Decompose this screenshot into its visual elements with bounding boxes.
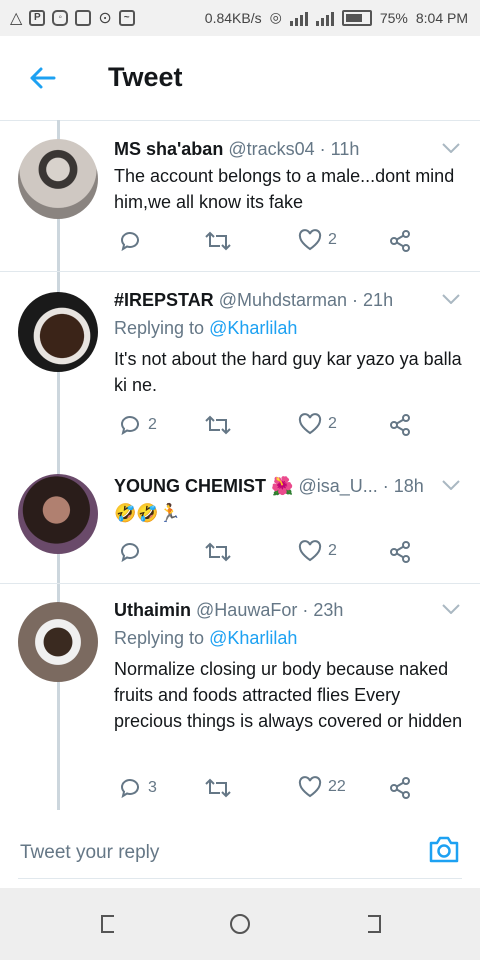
reply-count: 2 [148, 416, 157, 433]
share-button[interactable] [388, 413, 412, 437]
reply-button[interactable]: 2 [118, 413, 157, 437]
reply-button[interactable] [118, 540, 148, 564]
display-name[interactable]: YOUNG CHEMIST [114, 476, 266, 496]
chevron-down-icon[interactable] [442, 480, 460, 490]
replying-to: Replying to @Kharlilah [114, 318, 297, 339]
mention-link[interactable]: @Kharlilah [209, 318, 297, 338]
share-icon [390, 541, 410, 563]
warning-icon: △ [10, 10, 23, 27]
avatar[interactable] [18, 474, 98, 554]
display-name[interactable]: #IREPSTAR [114, 290, 214, 310]
tweet-time: · 11h [319, 139, 360, 159]
p-app-icon: P [29, 10, 46, 26]
clock: 8:04 PM [415, 9, 468, 26]
heart-icon [298, 776, 322, 798]
retweet-icon [205, 415, 231, 435]
like-count: 2 [328, 231, 337, 248]
battery-icon [341, 9, 372, 26]
reply-composer [0, 812, 480, 888]
like-button[interactable]: 2 [298, 413, 337, 435]
retweet-button[interactable] [204, 229, 232, 253]
retweet-button[interactable] [204, 413, 232, 437]
signal-icon-2 [315, 10, 334, 26]
user-handle[interactable]: @Muhdstarman [219, 290, 347, 310]
reply-icon [120, 232, 139, 252]
tweet-item[interactable]: Uthaimin @HauwaFor · 23h Replying to @Kh… [0, 584, 480, 810]
camera-icon[interactable] [428, 834, 460, 864]
heart-icon [298, 540, 322, 562]
status-bar: △ P ◦ ⊙ ~ 0.84KB/s ◎ 75% 8:04 PM [0, 0, 480, 36]
like-button[interactable]: 2 [298, 540, 337, 562]
tweet-text: Normalize closing ur body because naked … [114, 659, 463, 731]
tweet-item[interactable]: #IREPSTAR @Muhdstarman · 21h Replying to… [0, 272, 480, 462]
chevron-down-icon[interactable] [442, 604, 460, 614]
notification-icons: △ P ◦ ⊙ ~ [10, 8, 135, 28]
tweet-text: 🤣🤣🏃 [114, 503, 182, 523]
heart-icon [298, 229, 322, 251]
avatar[interactable] [18, 602, 98, 682]
retweet-button[interactable] [204, 540, 232, 564]
name-emoji: 🌺 [271, 476, 294, 496]
gallery-icon [75, 10, 92, 26]
share-button[interactable] [388, 540, 412, 564]
heart-icon [298, 413, 322, 435]
mention-link[interactable]: @Kharlilah [209, 628, 297, 648]
like-count: 2 [328, 415, 337, 432]
avatar[interactable] [18, 292, 98, 372]
reply-icon [120, 779, 139, 799]
retweet-icon [205, 231, 231, 251]
user-handle[interactable]: @tracks04 [228, 139, 314, 159]
tweet-text: It's not about the hard guy kar yazo ya … [114, 349, 462, 395]
share-icon [390, 230, 410, 252]
system-nav-bar [0, 888, 480, 960]
battery-percent: 75% [379, 9, 408, 26]
tweet-time: · 23h [302, 600, 344, 620]
instagram-icon: ◦ [52, 10, 69, 26]
retweet-button[interactable] [204, 776, 232, 800]
app-header: Tweet [0, 36, 480, 121]
share-icon [390, 777, 410, 799]
hotspot-icon: ◎ [269, 9, 282, 25]
avatar[interactable] [18, 139, 98, 219]
share-button[interactable] [388, 776, 412, 800]
reply-count: 3 [148, 779, 157, 796]
tweet-text: The account belongs to a male...dont min… [114, 166, 455, 212]
reply-icon [120, 543, 139, 563]
reply-button[interactable] [118, 229, 148, 253]
like-button[interactable]: 22 [298, 776, 346, 798]
signal-icon-1 [289, 10, 308, 26]
tweet-time: · 18h [382, 476, 424, 496]
reply-button[interactable]: 3 [118, 776, 157, 800]
back-arrow-icon[interactable] [26, 62, 58, 94]
back-icon[interactable] [362, 912, 386, 936]
replying-to: Replying to @Kharlilah [114, 628, 297, 649]
tweet-item[interactable]: MS sha'aban @tracks04 · 11h The account … [0, 121, 480, 272]
like-button[interactable]: 2 [298, 229, 337, 251]
display-name[interactable]: Uthaimin [114, 600, 191, 620]
reply-icon [120, 416, 139, 436]
share-icon [390, 414, 410, 436]
page-title: Tweet [108, 62, 183, 92]
replying-label: Replying to [114, 628, 205, 648]
tweet-time: · 21h [352, 290, 394, 310]
user-handle[interactable]: @isa_U... [298, 476, 377, 496]
retweet-icon [205, 542, 231, 562]
tweet-item[interactable]: YOUNG CHEMIST 🌺 @isa_U... · 18h 🤣🤣🏃 2 [0, 462, 480, 584]
like-count: 2 [328, 542, 337, 559]
retweet-icon [205, 778, 231, 798]
chevron-down-icon[interactable] [442, 143, 460, 153]
display-name[interactable]: MS sha'aban [114, 139, 223, 159]
reply-underline [18, 878, 462, 879]
replying-label: Replying to [114, 318, 205, 338]
user-handle[interactable]: @HauwaFor [196, 600, 297, 620]
like-count: 22 [328, 778, 346, 795]
network-speed: 0.84KB/s [204, 9, 262, 26]
activity-icon: ~ [118, 10, 135, 26]
opera-icon: ⊙ [98, 10, 112, 27]
recent-apps-icon[interactable] [96, 912, 120, 936]
home-icon[interactable] [228, 912, 252, 936]
share-button[interactable] [388, 229, 412, 253]
reply-input[interactable] [18, 832, 422, 874]
chevron-down-icon[interactable] [442, 294, 460, 304]
